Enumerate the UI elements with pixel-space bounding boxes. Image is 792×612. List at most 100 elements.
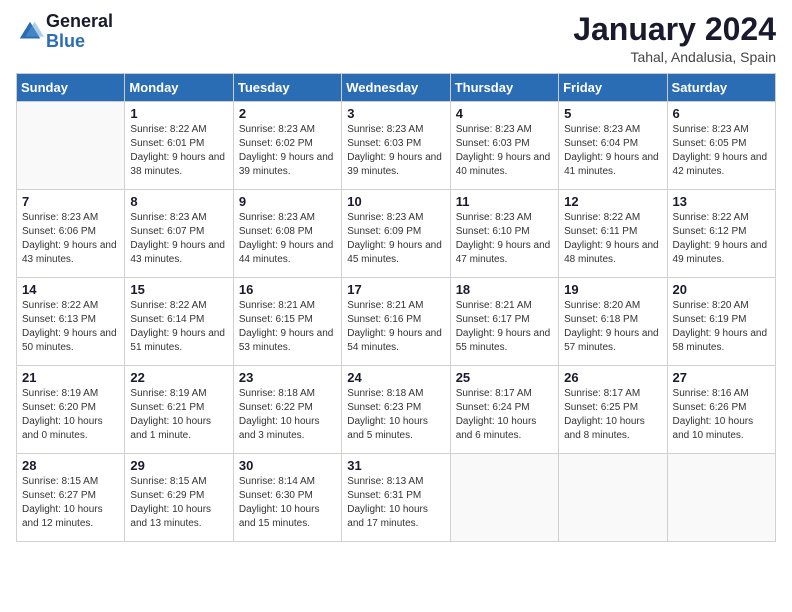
calendar-cell: 4 Sunrise: 8:23 AMSunset: 6:03 PMDaylight… [450, 102, 558, 190]
day-number: 24 [347, 370, 444, 385]
day-number: 5 [564, 106, 661, 121]
day-number: 23 [239, 370, 336, 385]
calendar-cell: 27 Sunrise: 8:16 AMSunset: 6:26 PMDayligh… [667, 366, 775, 454]
day-info: Sunrise: 8:19 AMSunset: 6:20 PMDaylight:… [22, 387, 119, 443]
header: General Blue January 2024 Tahal, Andalus… [16, 12, 776, 65]
day-info: Sunrise: 8:21 AMSunset: 6:17 PMDaylight:… [456, 299, 553, 355]
calendar-cell: 22 Sunrise: 8:19 AMSunset: 6:21 PMDayligh… [125, 366, 233, 454]
day-info: Sunrise: 8:18 AMSunset: 6:22 PMDaylight:… [239, 387, 336, 443]
day-number: 3 [347, 106, 444, 121]
day-info: Sunrise: 8:15 AMSunset: 6:27 PMDaylight:… [22, 475, 119, 531]
logo: General Blue [16, 12, 113, 52]
calendar-cell: 16 Sunrise: 8:21 AMSunset: 6:15 PMDayligh… [233, 278, 341, 366]
calendar-cell: 10 Sunrise: 8:23 AMSunset: 6:09 PMDayligh… [342, 190, 450, 278]
day-number: 18 [456, 282, 553, 297]
calendar-cell: 29Sunrise: 8:15 AMSunset: 6:29 PMDayligh… [125, 454, 233, 542]
day-info: Sunrise: 8:23 AMSunset: 6:10 PMDaylight:… [456, 211, 553, 267]
day-info: Sunrise: 8:23 AMSunset: 6:06 PMDaylight:… [22, 211, 119, 267]
calendar-cell: 7 Sunrise: 8:23 AMSunset: 6:06 PMDaylight… [17, 190, 125, 278]
calendar: SundayMondayTuesdayWednesdayThursdayFrid… [16, 73, 776, 542]
calendar-cell: 2Sunrise: 8:23 AMSunset: 6:02 PMDaylight… [233, 102, 341, 190]
calendar-cell: 31Sunrise: 8:13 AMSunset: 6:31 PMDayligh… [342, 454, 450, 542]
day-number: 6 [673, 106, 770, 121]
location: Tahal, Andalusia, Spain [573, 49, 776, 65]
day-info: Sunrise: 8:16 AMSunset: 6:26 PMDaylight:… [673, 387, 770, 443]
logo-blue: Blue [46, 32, 113, 52]
day-info: Sunrise: 8:21 AMSunset: 6:15 PMDaylight:… [239, 299, 336, 355]
day-info: Sunrise: 8:23 AMSunset: 6:07 PMDaylight:… [130, 211, 227, 267]
calendar-cell: 11 Sunrise: 8:23 AMSunset: 6:10 PMDayligh… [450, 190, 558, 278]
day-info: Sunrise: 8:22 AMSunset: 6:12 PMDaylight:… [673, 211, 770, 267]
calendar-cell: 5Sunrise: 8:23 AMSunset: 6:04 PMDaylight… [559, 102, 667, 190]
day-number: 15 [130, 282, 227, 297]
calendar-week-row: 7 Sunrise: 8:23 AMSunset: 6:06 PMDaylight… [17, 190, 776, 278]
day-number: 4 [456, 106, 553, 121]
day-info: Sunrise: 8:23 AMSunset: 6:05 PMDaylight:… [673, 123, 770, 179]
calendar-cell: 21 Sunrise: 8:19 AMSunset: 6:20 PMDayligh… [17, 366, 125, 454]
calendar-week-row: 28 Sunrise: 8:15 AMSunset: 6:27 PMDayligh… [17, 454, 776, 542]
calendar-header-thursday: Thursday [450, 74, 558, 102]
calendar-cell: 24 Sunrise: 8:18 AMSunset: 6:23 PMDayligh… [342, 366, 450, 454]
calendar-header-tuesday: Tuesday [233, 74, 341, 102]
calendar-header-row: SundayMondayTuesdayWednesdayThursdayFrid… [17, 74, 776, 102]
day-number: 27 [673, 370, 770, 385]
month-title: January 2024 [573, 12, 776, 47]
day-number: 21 [22, 370, 119, 385]
day-number: 10 [347, 194, 444, 209]
day-number: 11 [456, 194, 553, 209]
calendar-cell: 15 Sunrise: 8:22 AMSunset: 6:14 PMDayligh… [125, 278, 233, 366]
day-info: Sunrise: 8:21 AMSunset: 6:16 PMDaylight:… [347, 299, 444, 355]
day-number: 8 [130, 194, 227, 209]
calendar-cell [667, 454, 775, 542]
day-info: Sunrise: 8:23 AMSunset: 6:02 PMDaylight:… [239, 123, 336, 179]
calendar-cell: 26 Sunrise: 8:17 AMSunset: 6:25 PMDayligh… [559, 366, 667, 454]
day-number: 7 [22, 194, 119, 209]
calendar-header-friday: Friday [559, 74, 667, 102]
calendar-cell [450, 454, 558, 542]
day-number: 19 [564, 282, 661, 297]
day-info: Sunrise: 8:13 AMSunset: 6:31 PMDaylight:… [347, 475, 444, 531]
calendar-cell: 28 Sunrise: 8:15 AMSunset: 6:27 PMDayligh… [17, 454, 125, 542]
day-info: Sunrise: 8:17 AMSunset: 6:24 PMDaylight:… [456, 387, 553, 443]
day-info: Sunrise: 8:22 AMSunset: 6:14 PMDaylight:… [130, 299, 227, 355]
day-number: 28 [22, 458, 119, 473]
calendar-cell: 14Sunrise: 8:22 AMSunset: 6:13 PMDayligh… [17, 278, 125, 366]
calendar-cell: 12Sunrise: 8:22 AMSunset: 6:11 PMDayligh… [559, 190, 667, 278]
day-info: Sunrise: 8:19 AMSunset: 6:21 PMDaylight:… [130, 387, 227, 443]
day-number: 1 [130, 106, 227, 121]
calendar-cell: 25 Sunrise: 8:17 AMSunset: 6:24 PMDayligh… [450, 366, 558, 454]
calendar-cell: 1 Sunrise: 8:22 AMSunset: 6:01 PMDaylight… [125, 102, 233, 190]
day-number: 30 [239, 458, 336, 473]
logo-general: General [46, 12, 113, 32]
day-info: Sunrise: 8:17 AMSunset: 6:25 PMDaylight:… [564, 387, 661, 443]
calendar-cell [17, 102, 125, 190]
day-number: 20 [673, 282, 770, 297]
day-info: Sunrise: 8:18 AMSunset: 6:23 PMDaylight:… [347, 387, 444, 443]
calendar-week-row: 14Sunrise: 8:22 AMSunset: 6:13 PMDayligh… [17, 278, 776, 366]
calendar-header-saturday: Saturday [667, 74, 775, 102]
day-number: 22 [130, 370, 227, 385]
day-info: Sunrise: 8:23 AMSunset: 6:03 PMDaylight:… [456, 123, 553, 179]
calendar-cell: 6 Sunrise: 8:23 AMSunset: 6:05 PMDaylight… [667, 102, 775, 190]
day-info: Sunrise: 8:20 AMSunset: 6:18 PMDaylight:… [564, 299, 661, 355]
logo-text: General Blue [46, 12, 113, 52]
logo-icon [16, 18, 44, 46]
day-number: 12 [564, 194, 661, 209]
calendar-cell: 17 Sunrise: 8:21 AMSunset: 6:16 PMDayligh… [342, 278, 450, 366]
day-info: Sunrise: 8:23 AMSunset: 6:09 PMDaylight:… [347, 211, 444, 267]
day-number: 26 [564, 370, 661, 385]
day-info: Sunrise: 8:15 AMSunset: 6:29 PMDaylight:… [130, 475, 227, 531]
calendar-header-sunday: Sunday [17, 74, 125, 102]
day-number: 9 [239, 194, 336, 209]
calendar-cell: 9Sunrise: 8:23 AMSunset: 6:08 PMDaylight… [233, 190, 341, 278]
calendar-header-wednesday: Wednesday [342, 74, 450, 102]
title-area: January 2024 Tahal, Andalusia, Spain [573, 12, 776, 65]
day-number: 25 [456, 370, 553, 385]
page: General Blue January 2024 Tahal, Andalus… [0, 0, 792, 612]
day-number: 16 [239, 282, 336, 297]
day-number: 17 [347, 282, 444, 297]
calendar-header-monday: Monday [125, 74, 233, 102]
calendar-cell: 13Sunrise: 8:22 AMSunset: 6:12 PMDayligh… [667, 190, 775, 278]
day-info: Sunrise: 8:22 AMSunset: 6:01 PMDaylight:… [130, 123, 227, 179]
calendar-cell: 20Sunrise: 8:20 AMSunset: 6:19 PMDayligh… [667, 278, 775, 366]
